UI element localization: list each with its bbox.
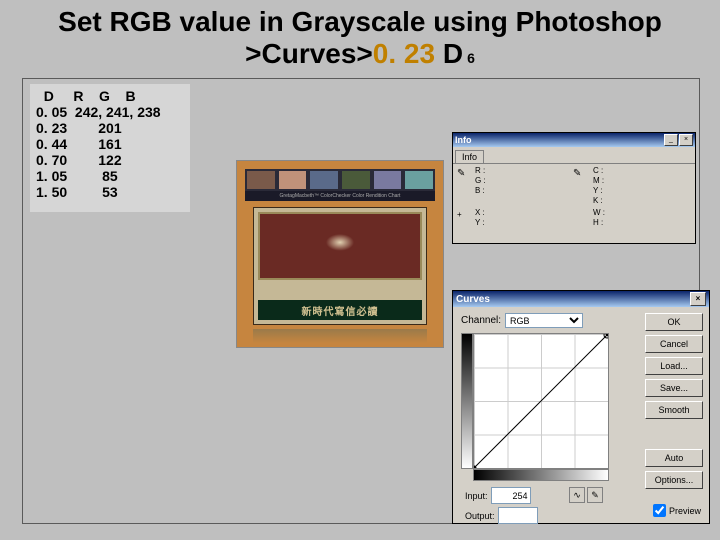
- spine-text: 新時代寫信必讀: [302, 303, 379, 318]
- curves-dialog[interactable]: Curves × Channel: RGB Input: Output: ∿ ✎…: [452, 290, 710, 524]
- table-row: 0. 44 161: [36, 136, 184, 152]
- info-y2-label: Y :: [475, 218, 485, 227]
- curve-tools: ∿ ✎: [569, 487, 603, 503]
- eyedropper-icon: ✎: [457, 168, 469, 180]
- auto-button[interactable]: Auto: [645, 449, 703, 467]
- crosshair-icon: +: [457, 210, 462, 219]
- table-header: D R G B: [36, 88, 184, 104]
- ok-button[interactable]: OK: [645, 313, 703, 331]
- eyedropper-icon: ✎: [573, 168, 585, 180]
- info-b-label: B :: [475, 186, 485, 195]
- options-button[interactable]: Options...: [645, 471, 703, 489]
- preview-checkbox[interactable]: [653, 504, 666, 517]
- table-row: 1. 05 85: [36, 168, 184, 184]
- pencil-tool-icon[interactable]: ✎: [587, 487, 603, 503]
- title-six: 6: [467, 50, 475, 66]
- output-field[interactable]: [498, 507, 538, 524]
- colorchecker-strip: [245, 169, 435, 191]
- info-h-label: H :: [593, 218, 603, 227]
- tab-info[interactable]: Info: [455, 150, 484, 163]
- channel-row: Channel: RGB: [461, 313, 583, 328]
- horizontal-gradient: [473, 469, 609, 481]
- button-column-2: Auto Options...: [645, 449, 703, 489]
- load-button[interactable]: Load...: [645, 357, 703, 375]
- info-k-label: K :: [593, 196, 603, 205]
- table-row: 1. 50 53: [36, 184, 184, 200]
- info-w-label: W :: [593, 208, 605, 217]
- close-button[interactable]: ×: [679, 134, 693, 146]
- info-body: ✎ R : G : B : ✎ C : M : Y : K : + X : Y …: [453, 164, 695, 242]
- page-title: Set RGB value in Grayscale using Photosh…: [0, 6, 720, 70]
- channel-select[interactable]: RGB: [505, 313, 583, 328]
- info-tabrow: Info: [453, 147, 695, 164]
- colorchecker-label: GretagMacbeth™ ColorChecker Color Rendit…: [245, 191, 435, 201]
- title-post: D: [435, 38, 463, 69]
- curve-tool-icon[interactable]: ∿: [569, 487, 585, 503]
- table-row: 0. 05 242, 241, 238: [36, 104, 184, 120]
- cancel-button[interactable]: Cancel: [645, 335, 703, 353]
- book-shadow: [253, 329, 427, 343]
- info-g-label: G :: [475, 176, 486, 185]
- info-r-label: R :: [475, 166, 485, 175]
- curves-graph[interactable]: [473, 333, 609, 469]
- minimize-button[interactable]: _: [664, 134, 678, 146]
- info-y-label: Y :: [593, 186, 603, 195]
- channel-label: Channel:: [461, 315, 501, 326]
- input-label: Input:: [465, 491, 488, 501]
- preview-label: Preview: [669, 506, 701, 516]
- info-panel[interactable]: Info _ × Info ✎ R : G : B : ✎ C : M : Y …: [452, 132, 696, 244]
- bird-illustration: [308, 228, 372, 264]
- sample-photo: GretagMacbeth™ ColorChecker Color Rendit…: [236, 160, 444, 348]
- info-m-label: M :: [593, 176, 604, 185]
- title-highlight: 0. 23: [373, 38, 435, 69]
- book-spine: 新時代寫信必讀: [258, 300, 422, 320]
- curve-line[interactable]: [474, 334, 608, 468]
- output-label: Output:: [465, 511, 495, 521]
- curves-title: Curves: [456, 294, 490, 305]
- close-button[interactable]: ×: [690, 292, 706, 306]
- curves-titlebar[interactable]: Curves ×: [453, 291, 709, 307]
- input-field[interactable]: [491, 487, 531, 504]
- density-table: D R G B 0. 05 242, 241, 238 0. 23 201 0.…: [30, 84, 190, 212]
- info-c-label: C :: [593, 166, 603, 175]
- button-column: OK Cancel Load... Save... Smooth: [645, 313, 703, 419]
- info-titlebar[interactable]: Info _ ×: [453, 133, 695, 147]
- info-title: Info: [455, 135, 472, 145]
- vertical-gradient: [461, 333, 473, 469]
- info-x-label: X :: [475, 208, 485, 217]
- save-button[interactable]: Save...: [645, 379, 703, 397]
- title-pre: Set RGB value in Grayscale using Photosh…: [58, 6, 662, 69]
- book-cover-art: [258, 212, 422, 280]
- preview-row: Preview: [653, 504, 701, 517]
- input-output: Input: Output:: [465, 487, 538, 524]
- book-cover: 新時代寫信必讀: [253, 207, 427, 325]
- smooth-button[interactable]: Smooth: [645, 401, 703, 419]
- table-row: 0. 70 122: [36, 152, 184, 168]
- table-row: 0. 23 201: [36, 120, 184, 136]
